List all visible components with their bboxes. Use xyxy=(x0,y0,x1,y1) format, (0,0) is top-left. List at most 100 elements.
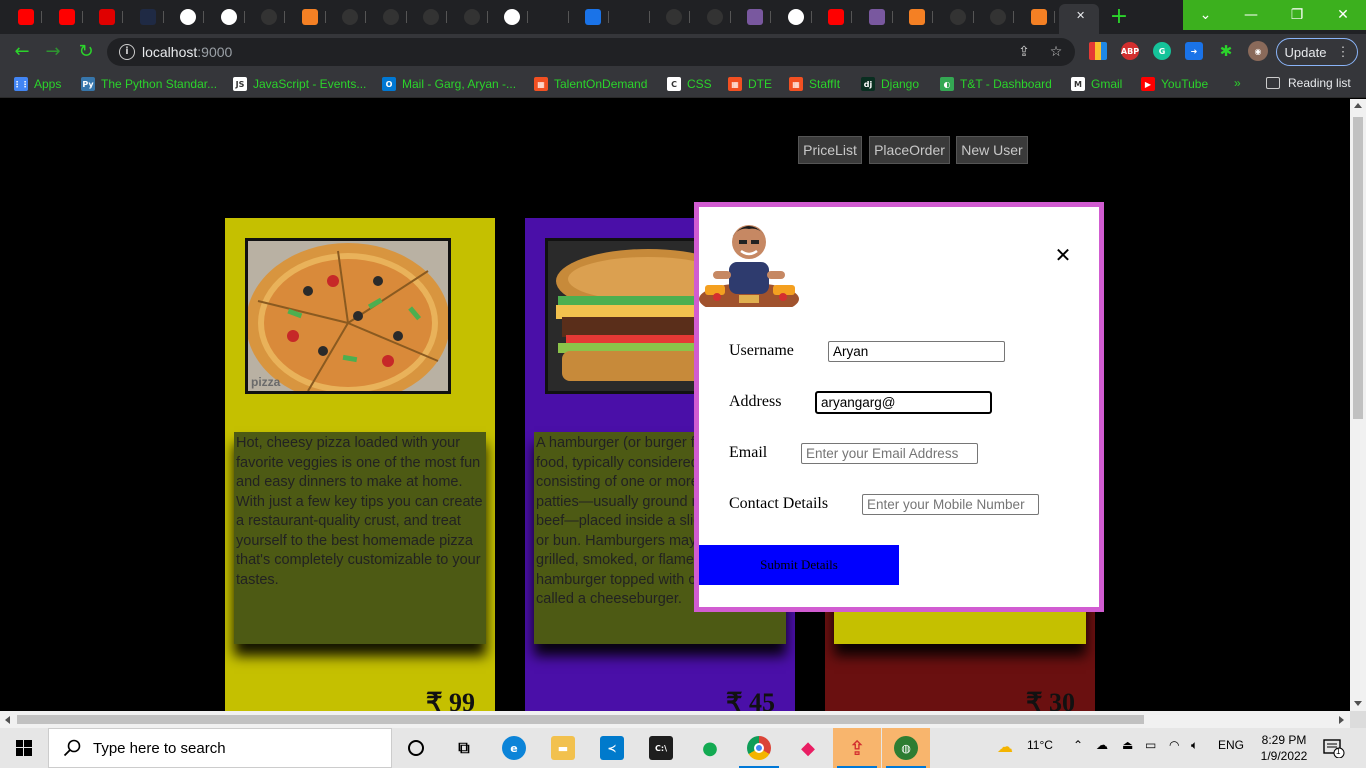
adblock-plus-icon[interactable]: ABP xyxy=(1121,42,1139,60)
restore-button[interactable]: ❐ xyxy=(1274,0,1320,30)
terminal-app[interactable]: C:\ xyxy=(637,728,685,768)
stackoverflow-icon xyxy=(301,9,318,25)
onedrive-icon[interactable]: ☁ xyxy=(1096,738,1108,752)
taskbar-search-box[interactable]: Type here to search xyxy=(48,728,392,768)
weather-icon[interactable]: ☁ xyxy=(997,737,1013,757)
volume-icon[interactable]: 🔈︎ xyxy=(1191,738,1198,753)
username-input[interactable] xyxy=(828,341,1005,362)
browser-tab[interactable] xyxy=(778,6,814,28)
browser-tab[interactable] xyxy=(1021,6,1057,28)
browser-tab[interactable] xyxy=(211,6,247,28)
browser-tab[interactable] xyxy=(616,6,652,28)
start-button[interactable] xyxy=(0,728,48,768)
task-view-button[interactable]: ⧉ xyxy=(440,728,488,768)
battery-icon[interactable]: ▭ xyxy=(1145,738,1156,752)
notification-center-button[interactable]: 1 xyxy=(1323,738,1345,759)
edge-app[interactable]: e xyxy=(490,728,538,768)
browser-tab[interactable] xyxy=(697,6,733,28)
browser-tab[interactable] xyxy=(373,6,409,28)
cortana-button[interactable] xyxy=(392,728,440,768)
bookmark-item[interactable]: ▶ YouTube xyxy=(1141,76,1208,92)
bookmark-item[interactable]: Py The Python Standar... xyxy=(81,76,217,92)
reading-list-button[interactable]: Reading list xyxy=(1266,76,1351,90)
back-button[interactable]: ← xyxy=(10,40,34,64)
email-input[interactable] xyxy=(801,443,978,464)
browser-tab[interactable] xyxy=(8,6,44,28)
browser-tab[interactable] xyxy=(251,6,287,28)
browser-tab[interactable] xyxy=(170,6,206,28)
profile-avatar-icon[interactable]: ◉ xyxy=(1248,41,1268,61)
diamond-app[interactable]: ◆ xyxy=(784,728,832,768)
bookmark-item[interactable]: M Gmail xyxy=(1071,76,1122,92)
bookmark-item[interactable]: C CSS xyxy=(667,76,712,92)
browser-tab[interactable] xyxy=(89,6,125,28)
vertical-scrollbar[interactable] xyxy=(1350,99,1366,711)
new-tab-button[interactable]: + xyxy=(1106,4,1132,30)
browser-tab[interactable] xyxy=(494,6,530,28)
minimize-button[interactable]: — xyxy=(1228,0,1274,30)
address-input[interactable] xyxy=(815,391,992,414)
chrome-app[interactable] xyxy=(735,728,783,768)
browser-tab[interactable] xyxy=(454,6,490,28)
globe-app[interactable]: ◍ xyxy=(882,728,930,768)
browser-tab[interactable] xyxy=(737,6,773,28)
browser-tab[interactable] xyxy=(940,6,976,28)
vscode-app[interactable]: ≺ xyxy=(588,728,636,768)
extension-arrow-icon[interactable]: ➜ xyxy=(1185,42,1203,60)
browser-tab[interactable] xyxy=(292,6,328,28)
bookmarks-overflow-button[interactable]: » xyxy=(1234,76,1241,90)
extensions-puzzle-icon[interactable]: ✱ xyxy=(1217,42,1235,60)
reload-button[interactable]: ↻ xyxy=(74,40,98,64)
browser-tab[interactable] xyxy=(575,6,611,28)
show-hidden-icons-button[interactable]: ⌃ xyxy=(1073,738,1083,752)
update-button[interactable]: Update ⋮ xyxy=(1276,38,1358,66)
bookmark-item[interactable]: ▦ TalentOnDemand xyxy=(534,76,647,92)
browser-tab[interactable] xyxy=(130,6,166,28)
placeorder-button[interactable]: PlaceOrder xyxy=(869,136,950,164)
grammarly-icon[interactable]: G xyxy=(1153,42,1171,60)
contact-input[interactable] xyxy=(862,494,1039,515)
wifi-icon[interactable]: ◠ xyxy=(1169,738,1179,752)
weather-temperature[interactable]: 11°C xyxy=(1027,738,1053,752)
new-user-button[interactable]: New User xyxy=(956,136,1028,164)
bookmark-item[interactable]: O Mail - Garg, Aryan -... xyxy=(382,76,516,92)
browser-tab[interactable] xyxy=(899,6,935,28)
browser-tab[interactable] xyxy=(980,6,1016,28)
bookmark-item[interactable]: ▦ DTE xyxy=(728,76,772,92)
bookmark-item[interactable]: ▦ StaffIt xyxy=(789,76,840,92)
microsoft-icon: ▦ xyxy=(728,77,742,91)
submit-details-button[interactable]: Submit Details xyxy=(699,545,899,585)
horizontal-scrollbar[interactable] xyxy=(0,711,1350,728)
usb-icon[interactable]: ⏏ xyxy=(1122,738,1133,752)
file-explorer-app[interactable]: ▬ xyxy=(539,728,587,768)
browser-tab[interactable] xyxy=(818,6,854,28)
close-icon[interactable]: ✕ xyxy=(1053,245,1073,265)
browser-tab[interactable] xyxy=(332,6,368,28)
contact-label: Contact Details xyxy=(729,495,829,512)
address-bar[interactable]: i localhost:9000 ⇪ ☆ xyxy=(107,38,1075,66)
browser-tab[interactable] xyxy=(859,6,895,28)
extension-colorful-icon[interactable] xyxy=(1089,42,1107,60)
stackoverflow-icon xyxy=(1030,9,1047,25)
browser-tab[interactable] xyxy=(656,6,692,28)
clock[interactable]: 8:29 PM 1/9/2022 xyxy=(1253,732,1315,764)
mongodb-app[interactable]: ● xyxy=(686,728,734,768)
browser-tab[interactable] xyxy=(49,6,85,28)
bookmark-item[interactable]: ⋮⋮ Apps xyxy=(13,76,61,92)
close-tab-icon[interactable]: ✕ xyxy=(1076,9,1085,22)
tab-search-icon[interactable]: ⌄ xyxy=(1183,0,1228,30)
bookmark-item[interactable]: JS JavaScript - Events... xyxy=(233,76,366,92)
forward-button[interactable]: → xyxy=(41,40,65,64)
language-indicator[interactable]: ENG xyxy=(1218,738,1244,752)
bookmark-item[interactable]: dj Django xyxy=(861,76,919,92)
share-icon[interactable]: ⇪ xyxy=(1015,43,1033,61)
outlook-icon: O xyxy=(382,77,396,91)
browser-tab[interactable] xyxy=(413,6,449,28)
site-info-icon[interactable]: i xyxy=(119,44,135,60)
pricelist-button[interactable]: PriceList xyxy=(798,136,862,164)
upload-app[interactable]: ⇪ xyxy=(833,728,881,768)
browser-tab[interactable] xyxy=(535,6,571,28)
close-window-button[interactable]: ✕ xyxy=(1320,0,1366,30)
bookmark-item[interactable]: ◐ T&T - Dashboard xyxy=(940,76,1052,92)
bookmark-star-icon[interactable]: ☆ xyxy=(1047,43,1065,61)
